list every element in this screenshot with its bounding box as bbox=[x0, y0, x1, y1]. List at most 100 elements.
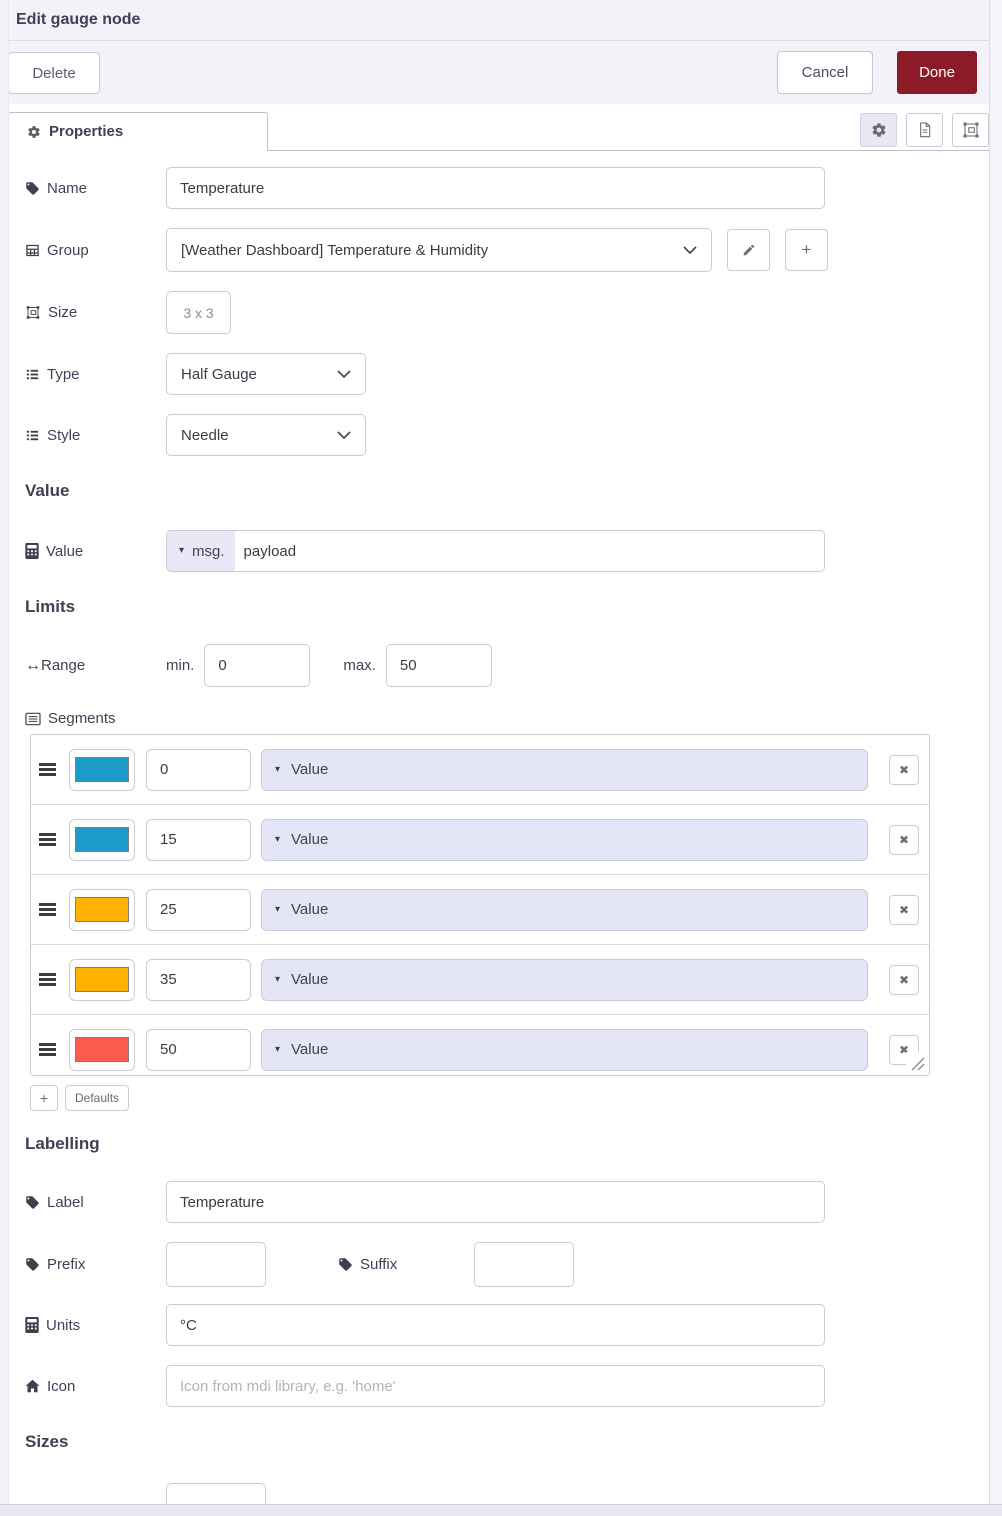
segment-delete-button[interactable]: ✖ bbox=[889, 824, 919, 855]
plus-icon: + bbox=[801, 240, 812, 259]
size-row: Size 3 x 3 bbox=[25, 291, 1002, 334]
segment-row: ▾ Value ✖ bbox=[31, 1015, 929, 1075]
value-property[interactable]: payload bbox=[235, 531, 297, 571]
segment-delete-button[interactable]: ✖ bbox=[889, 964, 919, 995]
segment-delete-button[interactable]: ✖ bbox=[889, 754, 919, 785]
segment-color-button[interactable] bbox=[69, 888, 135, 931]
range-max-input[interactable] bbox=[385, 644, 492, 687]
document-icon bbox=[917, 121, 933, 139]
segment-value-input[interactable] bbox=[146, 818, 251, 861]
drag-handle-icon[interactable] bbox=[39, 903, 57, 916]
drag-handle-icon[interactable] bbox=[39, 973, 57, 986]
units-input[interactable] bbox=[166, 1304, 825, 1346]
triangle-down-icon: ▾ bbox=[275, 763, 281, 775]
group-select[interactable]: [Weather Dashboard] Temperature & Humidi… bbox=[166, 228, 712, 272]
delete-button[interactable]: Delete bbox=[8, 52, 100, 94]
style-select[interactable]: Needle bbox=[166, 414, 366, 456]
segment-color-button[interactable] bbox=[69, 818, 135, 861]
segment-color-button[interactable] bbox=[69, 748, 135, 791]
type-select[interactable]: Half Gauge bbox=[166, 353, 366, 395]
prefix-label: Prefix bbox=[47, 1256, 86, 1273]
cancel-button[interactable]: Cancel bbox=[777, 51, 873, 94]
add-segment-button[interactable]: + bbox=[30, 1085, 58, 1111]
range-label: Range bbox=[41, 657, 86, 674]
style-row: Style Needle bbox=[25, 414, 1002, 456]
calculator-icon bbox=[25, 1317, 39, 1333]
segments-label: Segments bbox=[48, 710, 116, 727]
edit-group-button[interactable] bbox=[727, 229, 770, 271]
type-row: Type Half Gauge bbox=[25, 353, 1002, 395]
chevron-down-icon bbox=[337, 369, 351, 379]
segment-delete-button[interactable]: ✖ bbox=[889, 894, 919, 925]
range-row: ↔ Range min. max. bbox=[25, 644, 1002, 687]
value-section-heading: Value bbox=[25, 481, 70, 500]
max-label: max. bbox=[343, 657, 376, 674]
triangle-down-icon: ▾ bbox=[179, 545, 185, 556]
size-label: Size bbox=[48, 304, 78, 321]
segment-color-button[interactable] bbox=[69, 958, 135, 1001]
suffix-label: Suffix bbox=[360, 1256, 398, 1273]
size-button[interactable]: 3 x 3 bbox=[166, 291, 231, 334]
triangle-down-icon: ▾ bbox=[275, 903, 281, 915]
segment-value-input[interactable] bbox=[146, 748, 251, 791]
done-button[interactable]: Done bbox=[897, 51, 977, 94]
list-icon bbox=[25, 428, 40, 443]
segment-value-input[interactable] bbox=[146, 1028, 251, 1071]
defaults-button[interactable]: Defaults bbox=[65, 1085, 130, 1111]
drag-handle-icon[interactable] bbox=[39, 1043, 57, 1056]
group-row: Group [Weather Dashboard] Temperature & … bbox=[25, 228, 1002, 272]
name-row: Name bbox=[25, 167, 1002, 209]
segment-type-field[interactable]: ▾ Value bbox=[261, 748, 868, 791]
add-group-button[interactable]: + bbox=[785, 229, 828, 271]
list-icon bbox=[25, 367, 40, 382]
units-row: Units bbox=[25, 1304, 1002, 1346]
segment-type-field[interactable]: ▾ Value bbox=[261, 958, 868, 1001]
label-input[interactable] bbox=[166, 1181, 825, 1223]
close-icon: ✖ bbox=[898, 832, 910, 847]
segment-value-input[interactable] bbox=[146, 958, 251, 1001]
gear-icon bbox=[27, 125, 41, 139]
segment-type-field[interactable]: ▾ Value bbox=[261, 1028, 868, 1071]
icon-input[interactable] bbox=[166, 1365, 825, 1407]
group-select-value: [Weather Dashboard] Temperature & Humidi… bbox=[181, 241, 489, 259]
segment-color-button[interactable] bbox=[69, 1028, 135, 1071]
dialog-title: Edit gauge node bbox=[16, 11, 141, 28]
name-input[interactable] bbox=[166, 167, 825, 209]
drag-handle-icon[interactable] bbox=[39, 833, 57, 846]
gear-icon bbox=[871, 122, 887, 138]
range-min-input[interactable] bbox=[204, 644, 311, 687]
scrollbar-track[interactable] bbox=[989, 0, 1002, 1516]
dialog-left-edge bbox=[0, 0, 9, 1516]
appearance-tab-button[interactable] bbox=[952, 113, 989, 147]
prefix-input[interactable] bbox=[166, 1242, 266, 1287]
segment-type-field[interactable]: ▾ Value bbox=[261, 888, 868, 931]
sizes-section-heading: Sizes bbox=[25, 1432, 69, 1451]
segments-list: ▾ Value ✖ ▾ Value ✖ ▾ Value ✖ bbox=[31, 735, 929, 1075]
pencil-icon bbox=[742, 243, 756, 257]
segment-type-field[interactable]: ▾ Value bbox=[261, 818, 868, 861]
object-group-icon bbox=[962, 121, 980, 139]
chevron-down-icon bbox=[683, 245, 697, 255]
properties-tab-button[interactable] bbox=[860, 113, 897, 147]
segment-type-label: Value bbox=[291, 1041, 329, 1058]
style-select-value: Needle bbox=[181, 426, 229, 444]
group-label: Group bbox=[47, 241, 89, 259]
segment-row: ▾ Value ✖ bbox=[31, 805, 929, 875]
tab-properties[interactable]: Properties bbox=[8, 112, 268, 151]
drag-handle-icon[interactable] bbox=[39, 763, 57, 776]
segment-color-swatch bbox=[75, 757, 129, 782]
calculator-icon bbox=[25, 543, 39, 559]
name-label: Name bbox=[47, 179, 88, 197]
segment-value-input[interactable] bbox=[146, 888, 251, 931]
description-tab-button[interactable] bbox=[906, 113, 943, 147]
msg-type-selector[interactable]: ▾ msg. bbox=[167, 531, 235, 571]
resize-handle[interactable] bbox=[906, 1052, 926, 1072]
label-row: Label bbox=[25, 1181, 1002, 1223]
object-group-icon bbox=[25, 305, 41, 320]
segment-color-swatch bbox=[75, 967, 129, 992]
label-row-label: Label bbox=[47, 1193, 84, 1211]
value-typed-input[interactable]: ▾ msg. payload bbox=[166, 530, 825, 572]
close-icon: ✖ bbox=[898, 902, 910, 917]
suffix-input[interactable] bbox=[474, 1242, 574, 1287]
segment-row: ▾ Value ✖ bbox=[31, 735, 929, 805]
